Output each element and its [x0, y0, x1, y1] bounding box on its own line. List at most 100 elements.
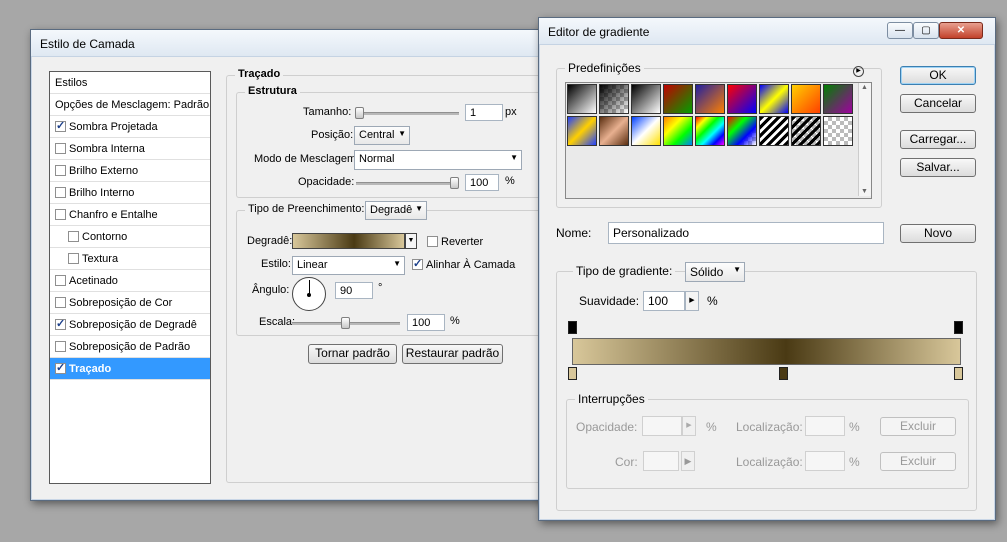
sidebar-item[interactable]: Sobreposição de Cor — [50, 292, 210, 314]
sidebar-item-checkbox[interactable] — [55, 275, 66, 286]
reverse-checkbox[interactable] — [427, 236, 438, 247]
sidebar-item-checkbox[interactable] — [68, 253, 79, 264]
load-button[interactable]: Carregar... — [900, 130, 976, 149]
color-stop-left[interactable] — [568, 367, 577, 380]
color-stop-right[interactable] — [954, 367, 963, 380]
gradient-preset-swatch[interactable] — [791, 84, 821, 114]
fill-type-select[interactable]: Degradê ▼ — [365, 201, 427, 220]
gradient-preset-swatch[interactable] — [599, 84, 629, 114]
sidebar-item-checkbox[interactable] — [55, 187, 66, 198]
sidebar-item[interactable]: Textura — [50, 248, 210, 270]
sidebar-item[interactable]: Acetinado — [50, 270, 210, 292]
gradient-preset-swatch[interactable] — [695, 116, 725, 146]
gradient-preset-swatch[interactable] — [567, 116, 597, 146]
sidebar-item-checkbox[interactable] — [55, 297, 66, 308]
sidebar-item[interactable]: Sobreposição de Degradê — [50, 314, 210, 336]
triangle-right-icon: ▶ — [686, 422, 692, 429]
gradient-preset-swatch[interactable] — [727, 116, 757, 146]
sidebar-item[interactable]: Sombra Projetada — [50, 116, 210, 138]
maximize-button[interactable]: ▢ — [913, 22, 939, 39]
size-input[interactable]: 1 — [465, 104, 503, 121]
gradient-preset-swatch[interactable] — [823, 116, 853, 146]
layer-style-titlebar[interactable]: Estilo de Camada — [31, 30, 566, 57]
sidebar-item-checkbox[interactable] — [55, 165, 66, 176]
gradient-preview[interactable] — [292, 233, 405, 249]
stop-opacity-input[interactable] — [642, 416, 682, 436]
opacity-input[interactable]: 100 — [465, 174, 499, 191]
opacity-stop-right[interactable] — [954, 321, 963, 334]
ok-button[interactable]: OK — [900, 66, 976, 85]
sidebar-item-checkbox[interactable] — [55, 209, 66, 220]
layer-style-window: Estilo de Camada Estilos Opções de Mescla… — [30, 29, 567, 501]
smoothness-stepper[interactable]: ▶ — [685, 291, 699, 311]
sidebar-item[interactable]: Chanfro e Entalhe — [50, 204, 210, 226]
sidebar-item-checkbox[interactable] — [55, 317, 66, 330]
cancel-button[interactable]: Cancelar — [900, 94, 976, 113]
sidebar-item[interactable]: Brilho Interno — [50, 182, 210, 204]
stop-color-swatch[interactable] — [643, 451, 679, 471]
gradient-editor-titlebar[interactable]: Editor de gradiente — ▢ ✕ — [539, 18, 995, 45]
opacity-location-input[interactable] — [805, 416, 845, 436]
presets-menu-button[interactable]: ▶ — [853, 66, 864, 77]
presets-scrollbar[interactable]: ▲ ▼ — [858, 83, 871, 196]
close-button[interactable]: ✕ — [939, 22, 983, 39]
delete-color-stop-button[interactable]: Excluir — [880, 452, 956, 471]
sidebar-item[interactable]: Brilho Externo — [50, 160, 210, 182]
minimize-button[interactable]: — — [887, 22, 913, 39]
gradient-preset-swatch[interactable] — [791, 116, 821, 146]
sidebar-item[interactable]: Estilos — [50, 72, 210, 94]
scroll-down-icon[interactable]: ▼ — [861, 188, 868, 195]
gradient-preset-swatch[interactable] — [567, 84, 597, 114]
gradient-preset-swatch[interactable] — [631, 84, 661, 114]
gradient-preset-swatch[interactable] — [663, 116, 693, 146]
sidebar-item[interactable]: Traçado — [50, 358, 210, 380]
scale-slider-thumb[interactable] — [341, 317, 350, 329]
gradient-preset-swatch[interactable] — [823, 84, 853, 114]
sidebar-item-checkbox[interactable] — [55, 341, 66, 352]
sidebar-item-checkbox[interactable] — [68, 231, 79, 242]
smoothness-input[interactable]: 100 — [643, 291, 685, 311]
minimize-icon: — — [895, 25, 905, 36]
delete-opacity-stop-button[interactable]: Excluir — [880, 417, 956, 436]
sidebar-item-checkbox[interactable] — [55, 361, 66, 374]
opacity-stop-left[interactable] — [568, 321, 577, 334]
gradient-preset-swatch[interactable] — [631, 116, 661, 146]
blend-mode-select[interactable]: Normal ▼ — [354, 150, 522, 170]
new-button[interactable]: Novo — [900, 224, 976, 243]
make-default-button[interactable]: Tornar padrão — [308, 344, 397, 364]
gradient-preset-swatch[interactable] — [759, 116, 789, 146]
sidebar-item-label: Sobreposição de Cor — [69, 297, 173, 309]
gradient-preset-swatch[interactable] — [759, 84, 789, 114]
align-with-layer-checkbox[interactable] — [412, 257, 423, 270]
save-button[interactable]: Salvar... — [900, 158, 976, 177]
stop-color-menu-button[interactable]: ▶ — [681, 451, 695, 471]
position-select[interactable]: Central ▼ — [354, 126, 410, 145]
sidebar-item[interactable]: Sobreposição de Padrão — [50, 336, 210, 358]
sidebar-item-checkbox[interactable] — [55, 119, 66, 132]
opacity-slider-thumb[interactable] — [450, 177, 459, 189]
gradient-preset-swatch[interactable] — [599, 116, 629, 146]
color-stop-middle[interactable] — [779, 367, 788, 380]
sidebar-item-checkbox[interactable] — [55, 143, 66, 154]
gradient-type-select[interactable]: Sólido ▼ — [685, 262, 745, 282]
gradient-preset-swatch[interactable] — [727, 84, 757, 114]
gradient-preset-swatch[interactable] — [695, 84, 725, 114]
opacity-slider-track[interactable] — [356, 182, 459, 185]
angle-dial[interactable] — [292, 277, 326, 311]
reset-default-button[interactable]: Restaurar padrão — [402, 344, 503, 364]
sidebar-item[interactable]: Contorno — [50, 226, 210, 248]
name-input[interactable]: Personalizado — [608, 222, 884, 244]
sidebar-item[interactable]: Sombra Interna — [50, 138, 210, 160]
sidebar-item[interactable]: Opções de Mesclagem: Padrão — [50, 94, 210, 116]
size-slider-thumb[interactable] — [355, 107, 364, 119]
size-slider-track[interactable] — [356, 112, 459, 115]
gradient-picker-button[interactable]: ▼ — [405, 233, 417, 249]
angle-input[interactable]: 90 — [335, 282, 373, 299]
gradient-bar[interactable] — [572, 338, 961, 365]
style-select[interactable]: Linear ▼ — [292, 256, 405, 275]
gradient-preset-swatch[interactable] — [663, 84, 693, 114]
scroll-up-icon[interactable]: ▲ — [861, 84, 868, 91]
scale-input[interactable]: 100 — [407, 314, 445, 331]
color-location-input[interactable] — [805, 451, 845, 471]
stop-opacity-stepper[interactable]: ▶ — [682, 416, 696, 436]
